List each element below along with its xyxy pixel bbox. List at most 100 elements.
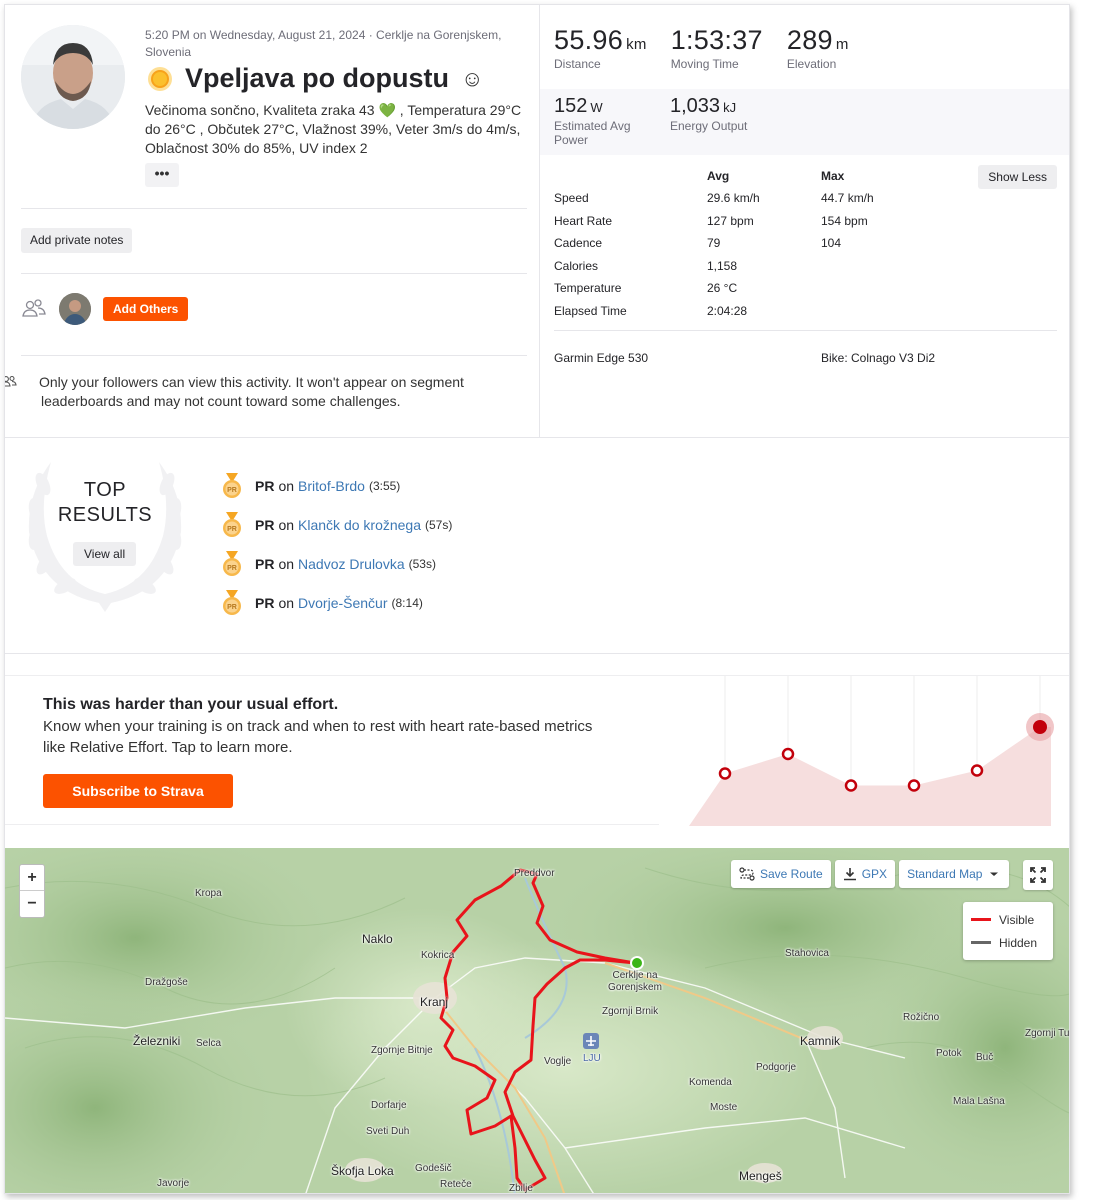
privacy-text: Only your followers can view this activi… [39,374,464,409]
map-label: Kamnik [800,1034,841,1048]
stat-value: 289 [786,25,833,55]
map-label: Mala Lašna [953,1096,1005,1107]
pr-medal-icon: PR [223,511,241,537]
map-type-label: Standard Map [907,867,983,881]
stat-value: 1:53:37 [670,25,763,55]
legend-swatch [971,918,991,921]
svg-text:PR: PR [227,565,237,572]
segment-link[interactable]: Dvorje-Šenčur [298,595,387,611]
stat-label: Distance [554,57,601,71]
activity-summary: 5:20 PM on Wednesday, August 21, 2024 · … [5,5,539,437]
row-max: 104 [821,236,842,251]
map-label: Godešič [415,1163,452,1174]
zoom-in-button[interactable]: + [20,865,44,891]
smile-icon: ☺ [461,65,484,91]
stat-label: Moving Time [670,57,739,71]
map-label: Železniki [133,1034,181,1048]
map-label: Reteče [440,1179,472,1190]
segment-link[interactable]: Britof-Brdo [298,478,365,494]
svg-text:PR: PR [227,526,237,533]
stat-label: Estimated Avg Power [554,119,631,147]
relative-effort-chart [659,676,1069,826]
map-type-select[interactable]: Standard Map [899,860,1010,888]
row-avg: 2:04:28 [707,303,748,318]
subscribe-button[interactable]: Subscribe to Strava [43,774,233,808]
on-label: on [278,594,295,611]
map-label: Dorfarje [371,1100,407,1111]
row-avg: 1,158 [707,258,738,273]
map-label: Cerklje na Gorenjskem [608,970,662,993]
divider [21,355,527,356]
table-row: Cadence 79 104 [554,232,1054,255]
stat-power: 152 W Estimated Avg Power [554,95,636,147]
row-label: Heart Rate [554,213,613,228]
row-max: 154 bpm [821,213,868,228]
map-label: Moste [710,1102,738,1113]
show-less-button[interactable]: Show Less [978,165,1057,189]
map-toolbar: Save Route GPX Standard Map [731,860,1010,888]
pr-label: PR [255,516,275,533]
stat-moving-time: 1:53:37 Moving Time [671,25,763,71]
gpx-export-button[interactable]: GPX [834,860,896,888]
map-label: Potok [936,1048,962,1059]
map-label: Kokrica [421,950,455,961]
relative-effort-promo[interactable]: This was harder than your usual effort. … [5,675,1069,826]
zoom-out-button[interactable]: − [20,891,44,917]
stat-value: 55.96 [554,25,624,55]
legend-swatch [971,941,991,944]
activity-description: Večinoma sončno, Kvaliteta zraka 43 💚 , … [145,102,522,156]
map-legend: Visible Hidden [963,902,1053,960]
expand-icon [1030,867,1046,883]
bike-name[interactable]: Bike: Colnago V3 Di2 [821,351,935,365]
route-map[interactable]: Preddvor Kropa Naklo Kokrica Cerklje na … [5,848,1069,1193]
segment-time: (3:55) [368,478,401,493]
primary-stats: 55.96 km Distance 1:53:37 Moving Time 289… [554,25,873,71]
effort-point [718,767,732,780]
map-label: Podgorje [756,1062,797,1073]
row-avg: 29.6 km/h [707,191,760,206]
table-row: Elapsed Time 2:04:28 [554,300,1054,323]
more-actions-button[interactable]: ••• [145,163,179,187]
pr-list: PR PR on Britof-Brdo (3:55) PR PR on Kla… [221,466,452,622]
activity-stats: 55.96 km Distance 1:53:37 Moving Time 289… [539,5,1069,437]
activity-title[interactable]: Vpeljava po dopustu [185,63,449,94]
legend-item-hidden[interactable]: Hidden [971,931,1045,954]
save-route-button[interactable]: Save Route [731,860,831,888]
stat-unit: m [835,36,849,53]
activity-page: 5:20 PM on Wednesday, August 21, 2024 · … [4,4,1070,1194]
legend-label: Hidden [999,935,1038,950]
map-label: Dražgoše [145,977,188,988]
segment-link[interactable]: Klančk do krožnega [298,517,421,533]
effort-point [907,779,921,792]
top-results-heading: TOP RESULTS [35,478,175,528]
effort-heading: This was harder than your usual effort. [43,696,339,713]
segment-time: (8:14) [391,595,423,610]
section-divider [5,653,1069,654]
segment-time: (57s) [425,517,453,532]
segment-link[interactable]: Nadvoz Drulovka [298,556,405,572]
followers-icon [5,373,39,392]
fullscreen-button[interactable] [1023,860,1053,890]
map-label: Komenda [689,1077,732,1088]
map-label: Javorje [157,1178,190,1189]
view-all-button[interactable]: View all [73,542,137,566]
stat-energy: 1,033 kJ Energy Output [670,95,790,147]
tagged-athlete-avatar[interactable] [59,293,91,325]
on-label: on [278,555,295,572]
heading-line: RESULTS [57,504,153,526]
map-label: Zgornji Brnik [602,1006,659,1017]
svg-text:PR: PR [227,604,237,611]
pr-label: PR [255,477,275,494]
pr-medal-icon: PR [223,550,241,576]
table-row: Speed 29.6 km/h 44.7 km/h [554,187,1054,210]
add-others-button[interactable]: Add Others [103,297,189,321]
effort-point [970,764,984,777]
effort-point [844,779,858,792]
add-private-notes-button[interactable]: Add private notes [21,228,133,253]
sunny-icon [148,66,172,91]
effort-point-current [1033,720,1047,734]
stat-value: 152 [554,95,588,117]
athlete-avatar[interactable] [21,25,125,129]
legend-item-visible[interactable]: Visible [971,908,1045,931]
title-row: Vpeljava po dopustu ☺ [145,63,484,94]
